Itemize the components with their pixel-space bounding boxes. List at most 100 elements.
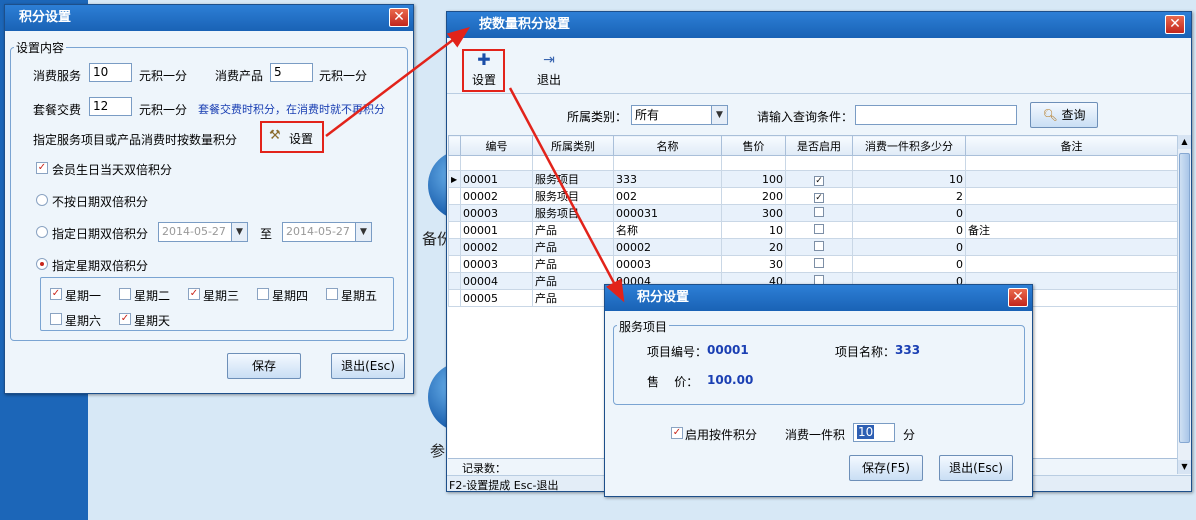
per-item-input[interactable]: 10	[853, 423, 895, 442]
exit-button[interactable]: 退出(Esc)	[939, 455, 1013, 481]
consume-product-input[interactable]: 5	[270, 63, 313, 82]
enabled-checkbox[interactable]	[814, 223, 824, 234]
date-from-picker[interactable]: 2014-05-27 ▼	[158, 222, 248, 242]
enabled-checkbox[interactable]	[814, 240, 824, 251]
weekday-checkbox-thu[interactable]	[257, 288, 269, 300]
cell-name[interactable]: 333	[613, 170, 722, 188]
weekday-double-radio[interactable]	[36, 258, 48, 270]
cell-name[interactable]: 00003	[613, 255, 722, 273]
cell-price[interactable]: 30	[721, 255, 786, 273]
cell-name[interactable]: 000031	[613, 204, 722, 222]
enabled-checkbox[interactable]: ✓	[814, 192, 824, 203]
cell-enabled[interactable]	[785, 204, 853, 222]
grid-header-category[interactable]: 所属类别	[532, 135, 614, 156]
scroll-up-icon[interactable]: ▲	[1178, 135, 1191, 149]
chevron-down-icon[interactable]: ▼	[231, 223, 247, 241]
grid-header-points[interactable]: 消费一件积多少分	[852, 135, 966, 156]
cell-price[interactable]: 10	[721, 221, 786, 239]
cell-name[interactable]: 00002	[613, 238, 722, 256]
query-input[interactable]	[855, 105, 1017, 125]
cell-remark[interactable]	[965, 238, 1178, 256]
setup-button[interactable]: ⚒ 设置	[267, 126, 319, 148]
cell-enabled[interactable]	[785, 221, 853, 239]
cell-enabled[interactable]: ✓	[785, 187, 853, 205]
cell-points[interactable]: 0	[852, 255, 966, 273]
query-button[interactable]: 🔍︎ 查询	[1030, 102, 1098, 128]
exit-button[interactable]: 退出(Esc)	[331, 353, 405, 379]
save-button[interactable]: 保存(F5)	[849, 455, 923, 481]
cell-enabled[interactable]	[785, 255, 853, 273]
cell-name[interactable]: 名称	[613, 221, 722, 239]
cell-category[interactable]: 产品	[532, 289, 614, 307]
cell-category[interactable]: 产品	[532, 255, 614, 273]
cell-category[interactable]: 服务项目	[532, 170, 614, 188]
cell-remark[interactable]	[965, 170, 1178, 188]
birthday-double-checkbox[interactable]: ✓	[36, 162, 48, 174]
cell-category[interactable]: 产品	[532, 272, 614, 290]
cell-price[interactable]: 20	[721, 238, 786, 256]
table-row[interactable]: 00001 产品 名称 10 0 备注	[448, 221, 1178, 239]
cell-id[interactable]: 00002	[460, 238, 533, 256]
cell-remark[interactable]	[965, 187, 1178, 205]
cell-category[interactable]: 服务项目	[532, 187, 614, 205]
cell-enabled[interactable]	[785, 238, 853, 256]
enable-per-item-checkbox[interactable]: ✓	[671, 427, 683, 439]
cell-points[interactable]: 2	[852, 187, 966, 205]
cell-price[interactable]: 100	[721, 170, 786, 188]
table-row[interactable]: 00002 产品 00002 20 0	[448, 238, 1178, 256]
chevron-down-icon[interactable]: ▼	[355, 223, 371, 241]
grid-header-price[interactable]: 售价	[721, 135, 786, 156]
cell-id[interactable]: 00001	[460, 221, 533, 239]
cell-id[interactable]: 00002	[460, 187, 533, 205]
date-double-radio[interactable]	[36, 226, 48, 238]
grid-header-enabled[interactable]: 是否启用	[785, 135, 853, 156]
no-date-double-radio[interactable]	[36, 194, 48, 206]
cell-id[interactable]: 00005	[460, 289, 533, 307]
weekday-checkbox-sun[interactable]: ✓	[119, 313, 131, 325]
table-row[interactable]: 00002 服务项目 002 200 ✓ 2	[448, 187, 1178, 205]
package-input[interactable]: 12	[89, 97, 132, 116]
weekday-checkbox-mon[interactable]: ✓	[50, 288, 62, 300]
cell-remark[interactable]	[965, 255, 1178, 273]
consume-service-input[interactable]: 10	[89, 63, 132, 82]
cell-name[interactable]: 002	[613, 187, 722, 205]
cell-points[interactable]: 0	[852, 221, 966, 239]
table-row[interactable]: 00003 服务项目 000031 300 0	[448, 204, 1178, 222]
cell-points[interactable]: 0	[852, 204, 966, 222]
enabled-checkbox[interactable]	[814, 257, 824, 268]
category-select[interactable]: 所有 ▼	[631, 105, 728, 125]
close-icon[interactable]: ✕	[1165, 15, 1185, 34]
date-to-picker[interactable]: 2014-05-27 ▼	[282, 222, 372, 242]
cell-price[interactable]: 200	[721, 187, 786, 205]
cell-id[interactable]: 00003	[460, 255, 533, 273]
weekday-checkbox-sat[interactable]	[50, 313, 62, 325]
grid-header-name[interactable]: 名称	[613, 135, 722, 156]
enabled-checkbox[interactable]: ✓	[814, 175, 824, 186]
cell-category[interactable]: 服务项目	[532, 204, 614, 222]
toolbar-setup-button[interactable]: ✚ 设置	[465, 52, 503, 90]
toolbar-exit-button[interactable]: ⇥ 退出	[529, 52, 569, 90]
weekday-checkbox-wed[interactable]: ✓	[188, 288, 200, 300]
cell-points[interactable]: 10	[852, 170, 966, 188]
cell-enabled[interactable]: ✓	[785, 170, 853, 188]
weekday-checkbox-tue[interactable]	[119, 288, 131, 300]
cell-id[interactable]: 00004	[460, 272, 533, 290]
cell-points[interactable]: 0	[852, 238, 966, 256]
scroll-down-icon[interactable]: ▼	[1178, 460, 1191, 474]
cell-price[interactable]: 300	[721, 204, 786, 222]
chevron-down-icon[interactable]: ▼	[711, 106, 727, 124]
enabled-checkbox[interactable]	[814, 274, 824, 285]
weekday-checkbox-fri[interactable]	[326, 288, 338, 300]
cell-id[interactable]: 00001	[460, 170, 533, 188]
table-row[interactable]: ▶ 00001 服务项目 333 100 ✓ 10	[448, 170, 1178, 188]
scroll-thumb[interactable]	[1179, 153, 1190, 443]
close-icon[interactable]: ✕	[389, 8, 409, 27]
grid-header-id[interactable]: 编号	[460, 135, 533, 156]
cell-remark[interactable]	[965, 204, 1178, 222]
cell-category[interactable]: 产品	[532, 238, 614, 256]
cell-id[interactable]: 00003	[460, 204, 533, 222]
grid-scrollbar[interactable]: ▲ ▼	[1177, 135, 1191, 474]
cell-category[interactable]: 产品	[532, 221, 614, 239]
cell-remark[interactable]: 备注	[965, 221, 1178, 239]
save-button[interactable]: 保存	[227, 353, 301, 379]
